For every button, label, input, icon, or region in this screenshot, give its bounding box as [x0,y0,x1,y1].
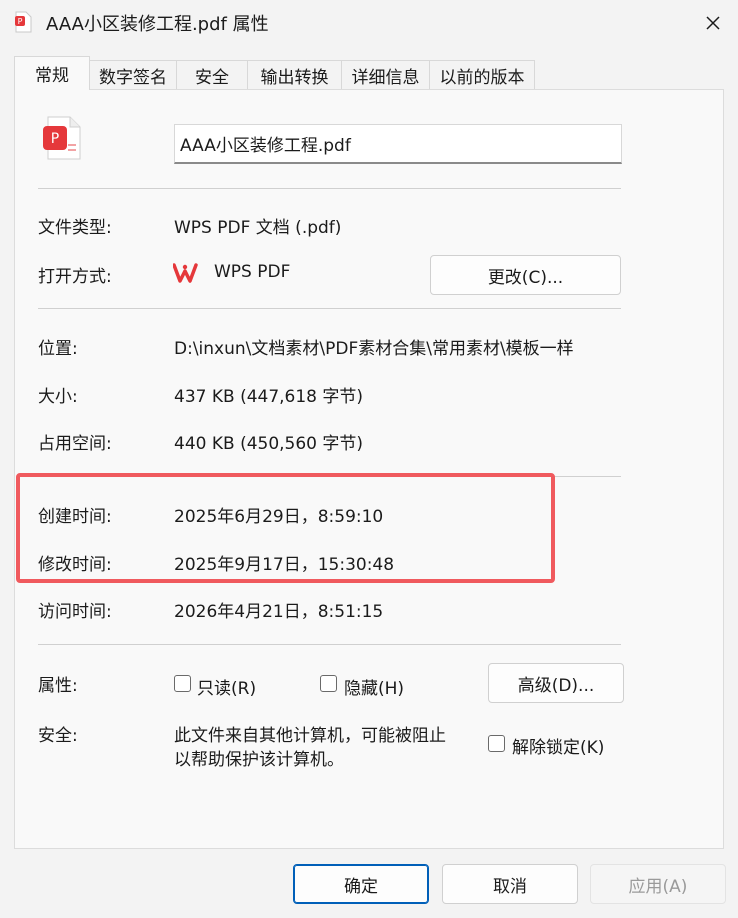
unblock-label[interactable]: 解除锁定(K) [512,733,604,758]
unblock-checkbox[interactable] [488,735,505,752]
ok-button[interactable]: 确定 [293,864,429,904]
svg-text:P: P [51,131,59,147]
tab-previous-versions[interactable]: 以前的版本 [429,60,535,89]
cancel-button-label: 取消 [493,876,527,897]
security-text-line1: 此文件来自其他计算机，可能被阻止 [174,726,446,746]
readonly-label[interactable]: 只读(R) [197,674,256,699]
readonly-checkbox[interactable] [174,675,191,692]
open-with-label: 打开方式: [38,267,112,287]
change-button-label: 更改(C)... [487,267,564,288]
hidden-label[interactable]: 隐藏(H) [344,674,404,699]
tab-details[interactable]: 详细信息 [341,60,430,89]
close-icon [706,16,720,30]
tab-security[interactable]: 安全 [176,60,248,89]
svg-text:P: P [18,17,23,26]
window-title: AAA小区装修工程.pdf 属性 [46,14,269,35]
file-type-value: WPS PDF 文档 (.pdf) [174,218,342,238]
advanced-button-label: 高级(D)... [517,675,595,696]
tab-output-convert[interactable]: 输出转换 [247,60,342,89]
close-button[interactable] [698,8,728,38]
cancel-button[interactable]: 取消 [442,864,578,904]
hidden-checkbox[interactable] [320,675,337,692]
separator [38,308,621,309]
pdf-file-icon: P [42,116,82,160]
file-name-input[interactable]: AAA小区装修工程.pdf [174,124,622,164]
ok-button-label: 确定 [344,876,378,897]
advanced-button[interactable]: 高级(D)... [488,663,624,703]
location-label: 位置: [38,339,78,359]
size-label: 大小: [38,387,78,407]
accessed-label: 访问时间: [38,602,112,622]
pdf-file-icon: P [14,11,32,33]
wps-logo-icon [172,262,203,284]
size-value: 437 KB (447,618 字节) [174,387,364,407]
disk-size-value: 440 KB (450,560 字节) [174,434,364,454]
tab-digital-signature[interactable]: 数字签名 [89,60,177,89]
file-type-label: 文件类型: [38,218,112,238]
attributes-label: 属性: [38,676,78,696]
separator [38,188,621,189]
open-with-value: WPS PDF [214,262,291,282]
tab-general[interactable]: 常规 [14,56,90,90]
highlight-box [16,473,555,583]
location-value: D:\inxun\文档素材\PDF素材合集\常用素材\模板一样 [174,339,574,359]
apply-button[interactable]: 应用(A) [590,864,726,904]
security-label: 安全: [38,726,78,746]
security-text-line2: 以帮助保护该计算机。 [174,750,344,770]
separator [38,644,621,645]
accessed-value: 2026年4月21日，8:51:15 [174,602,384,622]
apply-button-label: 应用(A) [628,876,688,897]
disk-size-label: 占用空间: [38,434,112,454]
change-button[interactable]: 更改(C)... [430,255,621,295]
